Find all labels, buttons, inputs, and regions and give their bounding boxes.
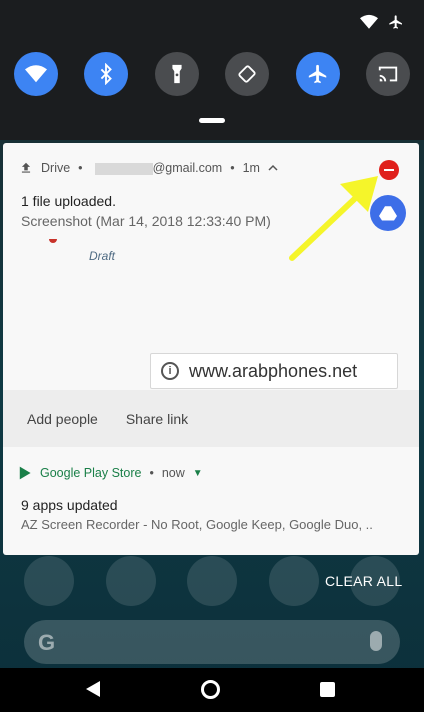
share-link-button[interactable]: Share link [126, 411, 188, 427]
play-time: now [161, 466, 185, 480]
flashlight-tile[interactable] [154, 52, 199, 96]
chevron-down-icon[interactable]: ▼ [193, 468, 203, 479]
play-notification-title: 9 apps updated [21, 497, 118, 513]
phone-app-icon[interactable] [24, 556, 74, 606]
info-icon: i [161, 362, 179, 380]
mic-icon[interactable] [370, 631, 382, 651]
status-bar [360, 14, 404, 30]
quick-settings-panel [0, 0, 424, 140]
drive-time: 1m [242, 161, 260, 175]
google-logo-icon: G [38, 630, 56, 655]
chevron-up-icon[interactable] [268, 164, 278, 172]
annotation-arrow-icon [289, 176, 378, 261]
auto-rotate-icon [238, 65, 256, 83]
drive-notification-actions: Add people Share link [3, 390, 419, 447]
airplane-icon [389, 15, 402, 29]
clear-all-button[interactable]: CLEAR ALL [325, 573, 402, 589]
wifi-icon [360, 14, 378, 29]
play-notification-header[interactable]: Google Play Store • now ▼ [19, 466, 203, 480]
airplane-icon [308, 64, 326, 84]
upload-icon [21, 162, 31, 173]
cast-tile[interactable] [365, 52, 410, 96]
add-people-button[interactable]: Add people [27, 411, 98, 427]
drive-notification-subtitle: Screenshot (Mar 14, 2018 12:33:40 PM) [21, 213, 271, 229]
back-button[interactable] [86, 681, 100, 697]
wifi-tile[interactable] [14, 52, 58, 96]
watermark-banner: i www.arabphones.net [150, 353, 398, 389]
recents-button[interactable] [320, 682, 335, 697]
bluetooth-icon [101, 63, 113, 85]
play-notification-subtitle: AZ Screen Recorder - No Root, Google Kee… [21, 517, 373, 532]
drive-notification-title: 1 file uploaded. [21, 193, 116, 209]
play-app-name: Google Play Store [40, 466, 142, 480]
play-store-app-icon[interactable] [187, 556, 237, 606]
google-search-bar[interactable]: G [24, 620, 400, 664]
play-store-icon [19, 466, 31, 480]
drive-notification-header[interactable]: Drive • @gmail.com • 1m [19, 161, 278, 175]
wifi-icon [25, 65, 47, 83]
flashlight-icon [172, 64, 182, 84]
dismiss-button[interactable] [379, 160, 399, 180]
minus-icon [384, 169, 394, 171]
bluetooth-tile[interactable] [84, 52, 129, 96]
drive-account: @gmail.com [91, 161, 222, 175]
cast-icon [378, 66, 398, 82]
home-button[interactable] [201, 680, 220, 699]
watermark-text: www.arabphones.net [189, 360, 358, 381]
messages-app-icon[interactable] [105, 556, 156, 606]
chrome-app-icon[interactable] [268, 556, 319, 606]
draft-label: Draft [89, 249, 116, 263]
draft-marker [49, 239, 57, 243]
navigation-bar [0, 668, 424, 712]
auto-rotate-tile[interactable] [225, 52, 270, 96]
shade-drag-handle[interactable] [199, 118, 225, 123]
quick-tiles-row [14, 52, 410, 96]
airplane-tile[interactable] [295, 52, 340, 96]
drive-app-name: Drive [41, 161, 71, 175]
